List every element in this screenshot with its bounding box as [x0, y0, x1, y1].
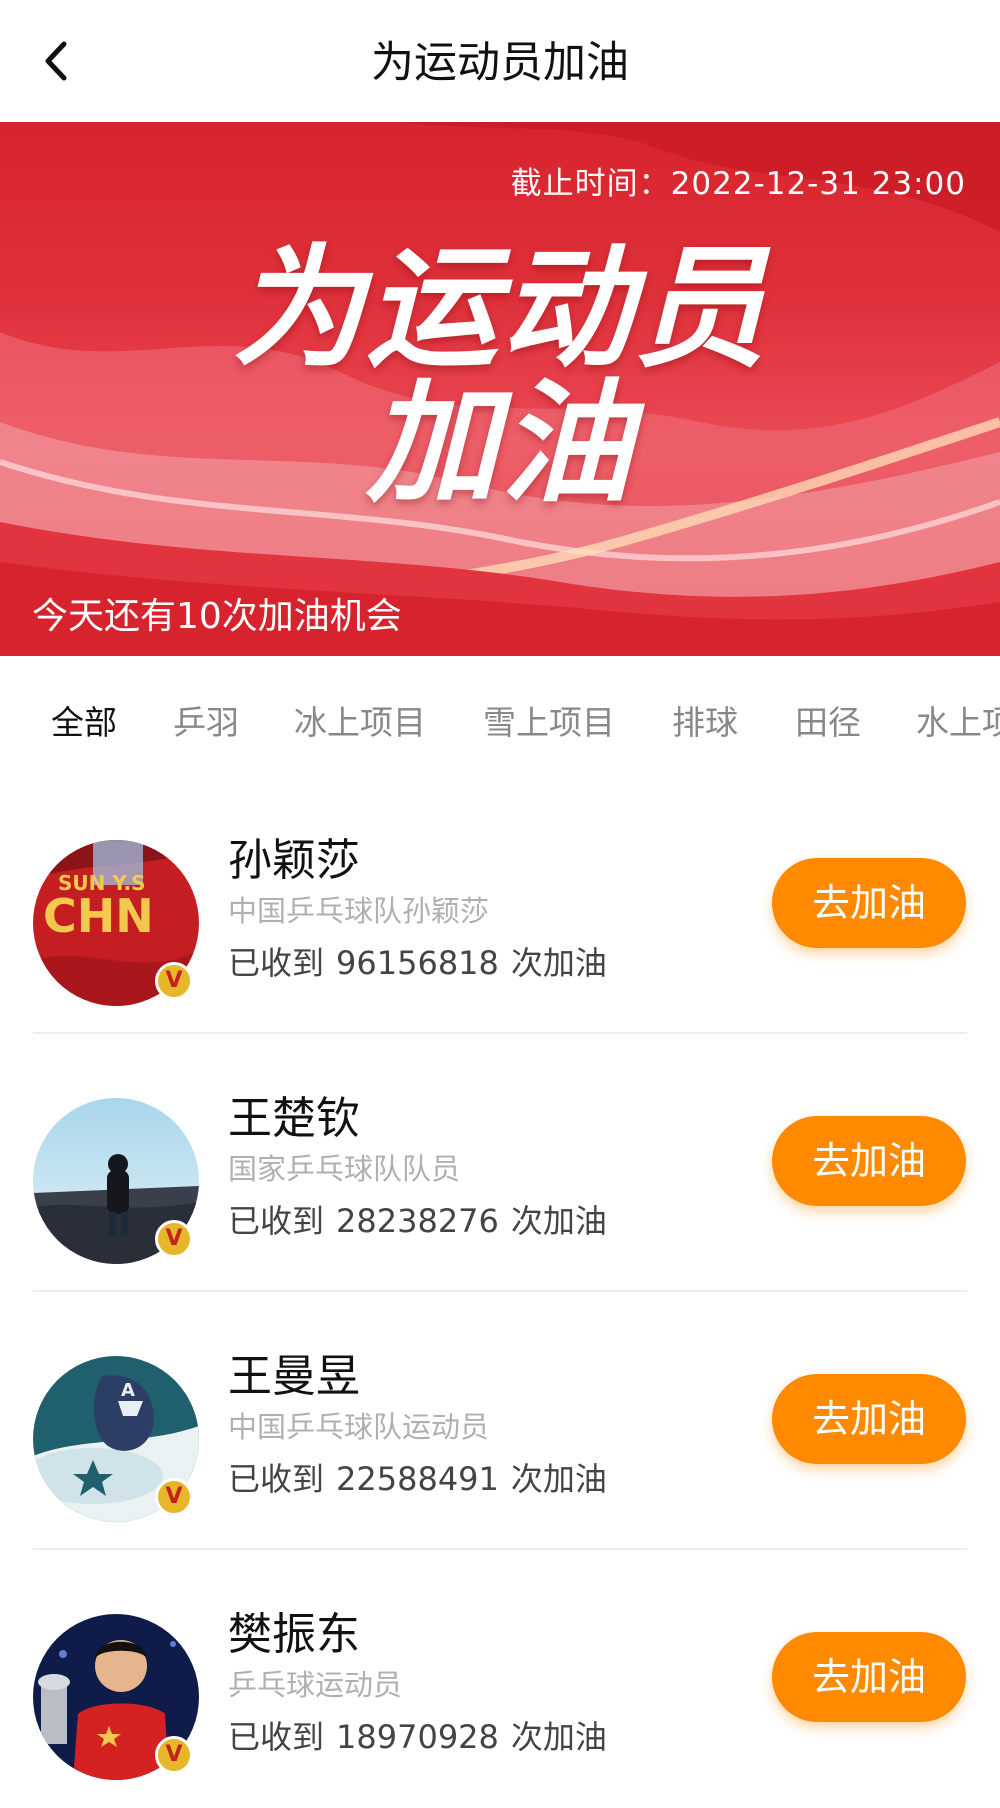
cheer-button[interactable]: 去加油 — [772, 1632, 966, 1722]
cheer-button[interactable]: 去加油 — [772, 1374, 966, 1464]
count-prefix: 已收到 — [228, 944, 325, 982]
list-item: V 王楚钦 国家乒乓球队队员 已收到 28238276 次加油 去加油 — [0, 1034, 1000, 1292]
verified-badge: V — [155, 962, 193, 1000]
tab-table-tennis-badminton[interactable]: 乒羽 — [173, 696, 239, 744]
tab-all[interactable]: 全部 — [51, 696, 117, 744]
tab-ice-sports[interactable]: 冰上项目 — [294, 696, 426, 744]
count-prefix: 已收到 — [228, 1202, 325, 1240]
athlete-name: 王曼昱 — [228, 1351, 360, 1402]
top-bar: 为运动员加油 — [0, 0, 1000, 122]
athlete-description: 国家乒乓球队队员 — [228, 1152, 461, 1186]
cheer-count: 已收到 96156818 次加油 — [228, 938, 607, 984]
count-suffix: 次加油 — [510, 944, 607, 982]
count-number: 18970928 — [336, 1718, 499, 1756]
athlete-name: 王楚钦 — [228, 1093, 360, 1144]
page-title: 为运动员加油 — [371, 38, 629, 88]
count-number: 28238276 — [336, 1202, 499, 1240]
cheer-count: 已收到 28238276 次加油 — [228, 1196, 607, 1242]
remaining-chances-text: 今天还有10次加油机会 — [32, 596, 402, 637]
avatar-wrap: A V — [0, 1356, 240, 1536]
athlete-name: 樊振东 — [228, 1609, 360, 1660]
cheer-button[interactable]: 去加油 — [772, 858, 966, 948]
list-item: A V 王曼昱 中国乒乓球队运动员 已收到 22588491 次加油 去加油 — [0, 1292, 1000, 1550]
count-suffix: 次加油 — [510, 1718, 607, 1756]
verified-badge: V — [155, 1220, 193, 1258]
svg-text:A: A — [121, 1380, 135, 1401]
avatar-wrap: CHN SUN Y.S V — [0, 840, 240, 1020]
cheer-count: 已收到 18970928 次加油 — [228, 1712, 607, 1758]
verified-badge: V — [155, 1736, 193, 1774]
athlete-name: 孙颖莎 — [228, 835, 360, 886]
avatar-wrap: V — [0, 1614, 240, 1794]
cheer-button[interactable]: 去加油 — [772, 1116, 966, 1206]
tab-athletics[interactable]: 田径 — [795, 696, 861, 744]
list-item: V 樊振东 乒乓球运动员 已收到 18970928 次加油 去加油 — [0, 1550, 1000, 1808]
count-prefix: 已收到 — [228, 1460, 325, 1498]
tab-volleyball[interactable]: 排球 — [672, 696, 738, 744]
list-item: CHN SUN Y.S V 孙颖莎 中国乒乓球队孙颖莎 已收到 96156818 次… — [0, 776, 1000, 1034]
avatar-wrap: V — [0, 1098, 240, 1278]
tab-snow-sports[interactable]: 雪上项目 — [483, 696, 615, 744]
athlete-description: 乒乓球运动员 — [228, 1668, 403, 1702]
athlete-description: 中国乒乓球队孙颖莎 — [228, 894, 490, 928]
count-number: 96156818 — [336, 944, 499, 982]
verified-badge: V — [155, 1478, 193, 1516]
athlete-description: 中国乒乓球队运动员 — [228, 1410, 490, 1444]
count-suffix: 次加油 — [510, 1202, 607, 1240]
deadline-text: 截止时间：2022-12-31 23:00 — [510, 166, 966, 202]
category-tabs: 全部 乒羽 冰上项目 雪上项目 排球 田径 水上项目 — [0, 656, 1000, 776]
tab-water-sports[interactable]: 水上项目 — [916, 696, 1000, 744]
count-suffix: 次加油 — [510, 1460, 607, 1498]
count-prefix: 已收到 — [228, 1718, 325, 1756]
cheer-count: 已收到 22588491 次加油 — [228, 1454, 607, 1500]
banner-title-line2: 加油 — [366, 367, 634, 521]
svg-text:SUN Y.S: SUN Y.S — [58, 871, 146, 895]
promo-banner: 截止时间：2022-12-31 23:00 为运动员 加油 今天还有10次加油机… — [0, 122, 1000, 656]
svg-text:CHN: CHN — [43, 889, 154, 943]
count-number: 22588491 — [336, 1460, 499, 1498]
